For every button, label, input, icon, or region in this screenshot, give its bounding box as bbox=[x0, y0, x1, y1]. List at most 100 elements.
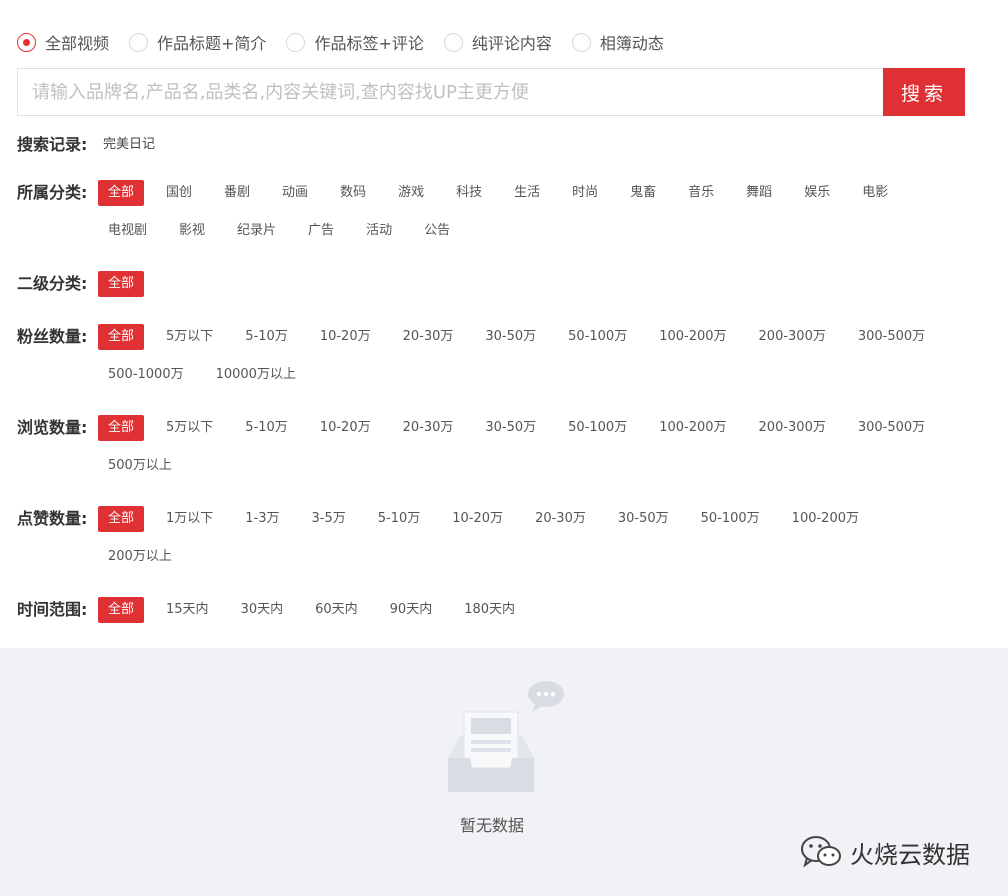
filter-chip-views[interactable]: 20-30万 bbox=[393, 415, 464, 441]
filter-chip-category[interactable]: 番剧 bbox=[214, 180, 260, 206]
filter-chip-category[interactable]: 电视剧 bbox=[98, 218, 157, 244]
filter-chip-category[interactable]: 广告 bbox=[298, 218, 344, 244]
scope-radio-label: 纯评论内容 bbox=[471, 34, 552, 53]
scope-radio-label: 全部视频 bbox=[45, 34, 110, 53]
radio-checked-icon[interactable] bbox=[17, 32, 36, 52]
filter-chip-category[interactable]: 舞蹈 bbox=[736, 180, 782, 206]
scope-radio-option[interactable]: 作品标题+简介 bbox=[129, 30, 266, 54]
scope-radio-label: 相簿动态 bbox=[599, 34, 664, 53]
scope-radio-option[interactable]: 全部视频 bbox=[17, 30, 109, 54]
filter-chip-category[interactable]: 纪录片 bbox=[227, 218, 286, 244]
filter-options-views: 全部 5万以下 5-10万 10-20万 20-30万 30-50万 50-100万 100-… bbox=[98, 415, 968, 479]
empty-inbox-icon bbox=[448, 681, 564, 792]
filter-chip-views[interactable]: 全部 bbox=[98, 415, 145, 441]
scope-radio-option[interactable]: 作品标签+评论 bbox=[286, 30, 424, 54]
filter-chip-category[interactable]: 国创 bbox=[156, 180, 202, 206]
filter-chip-fans[interactable]: 5-10万 bbox=[235, 324, 298, 350]
filter-chip-likes[interactable]: 全部 bbox=[98, 506, 145, 532]
filter-chip-category[interactable]: 音乐 bbox=[678, 180, 724, 206]
filter-label-views: 浏览数量: bbox=[17, 418, 88, 437]
filter-chip-fans[interactable]: 30-50万 bbox=[475, 324, 546, 350]
scope-radio-label: 作品标题+简介 bbox=[157, 34, 267, 53]
watermark-text: 火烧云数据 bbox=[850, 840, 970, 869]
search-bar: 搜索 bbox=[17, 68, 965, 116]
filter-options-time: 全部 15天内 30天内 60天内 90天内 180天内 bbox=[98, 597, 968, 623]
wechat-logo-icon bbox=[801, 836, 841, 868]
filter-chip-subcategory[interactable]: 全部 bbox=[98, 271, 145, 297]
filter-chip-category[interactable]: 全部 bbox=[98, 180, 145, 206]
filter-chip-time[interactable]: 60天内 bbox=[305, 597, 368, 623]
filter-chip-category[interactable]: 游戏 bbox=[388, 180, 434, 206]
filter-chip-views[interactable]: 500万以上 bbox=[98, 453, 182, 479]
filter-chip-likes[interactable]: 100-200万 bbox=[782, 506, 869, 532]
filter-chip-views[interactable]: 5-10万 bbox=[235, 415, 298, 441]
filter-chip-fans[interactable]: 500-1000万 bbox=[98, 362, 194, 388]
filter-chip-time[interactable]: 90天内 bbox=[380, 597, 443, 623]
filter-chip-time[interactable]: 全部 bbox=[98, 597, 145, 623]
filter-chip-likes[interactable]: 1万以下 bbox=[156, 506, 223, 532]
filter-chip-category[interactable]: 动画 bbox=[272, 180, 318, 206]
filter-chip-likes[interactable]: 20-30万 bbox=[525, 506, 596, 532]
filter-chip-fans[interactable]: 200-300万 bbox=[749, 324, 836, 350]
filter-chip-time[interactable]: 180天内 bbox=[454, 597, 525, 623]
filter-chip-fans[interactable]: 100-200万 bbox=[649, 324, 736, 350]
filter-chip-views[interactable]: 5万以下 bbox=[156, 415, 223, 441]
filter-chip-fans[interactable]: 5万以下 bbox=[156, 324, 223, 350]
search-button[interactable]: 搜索 bbox=[883, 68, 965, 116]
filter-options-subcategory: 全部 bbox=[98, 271, 968, 297]
filter-chip-likes[interactable]: 200万以上 bbox=[98, 544, 182, 570]
filter-chip-fans[interactable]: 10-20万 bbox=[310, 324, 381, 350]
filter-chip-category[interactable]: 公告 bbox=[414, 218, 460, 244]
filter-chip-views[interactable]: 50-100万 bbox=[558, 415, 637, 441]
filter-chip-category[interactable]: 鬼畜 bbox=[620, 180, 666, 206]
filter-chip-category[interactable]: 活动 bbox=[356, 218, 402, 244]
filter-chip-fans[interactable]: 50-100万 bbox=[558, 324, 637, 350]
filter-chip-category[interactable]: 电影 bbox=[852, 180, 898, 206]
filter-chip-likes[interactable]: 5-10万 bbox=[368, 506, 431, 532]
filter-chip-likes[interactable]: 10-20万 bbox=[442, 506, 513, 532]
filter-label-fans: 粉丝数量: bbox=[17, 327, 88, 346]
empty-results-area: 暂无数据 火烧云数据 bbox=[0, 648, 1008, 896]
search-scope-radio-group: 全部视频 作品标题+简介 作品标签+评论 纯评论内容 相簿动态 bbox=[17, 30, 684, 54]
filter-chip-time[interactable]: 30天内 bbox=[231, 597, 294, 623]
filter-label-time: 时间范围: bbox=[17, 600, 88, 619]
filter-chip-category[interactable]: 数码 bbox=[330, 180, 376, 206]
scope-radio-label: 作品标签+评论 bbox=[314, 34, 424, 53]
filter-chip-likes[interactable]: 3-5万 bbox=[302, 506, 356, 532]
search-history-row: 搜索记录: 完美日记 bbox=[17, 132, 977, 158]
filter-chip-category[interactable]: 科技 bbox=[446, 180, 492, 206]
filter-chip-likes[interactable]: 50-100万 bbox=[691, 506, 770, 532]
search-history-label: 搜索记录: bbox=[17, 135, 88, 154]
filter-chip-views[interactable]: 100-200万 bbox=[649, 415, 736, 441]
filter-chip-fans[interactable]: 20-30万 bbox=[393, 324, 464, 350]
scope-radio-option[interactable]: 纯评论内容 bbox=[443, 30, 552, 54]
search-history-item[interactable]: 完美日记 bbox=[103, 132, 155, 158]
search-input[interactable] bbox=[17, 68, 883, 116]
filter-chip-views[interactable]: 10-20万 bbox=[310, 415, 381, 441]
filter-label-subcategory: 二级分类: bbox=[17, 274, 88, 293]
radio-unchecked-icon[interactable] bbox=[571, 32, 591, 52]
filter-options-likes: 全部 1万以下 1-3万 3-5万 5-10万 10-20万 20-30万 30-50万 50-… bbox=[98, 506, 968, 570]
filter-options-fans: 全部 5万以下 5-10万 10-20万 20-30万 30-50万 50-100万 100-… bbox=[98, 324, 968, 388]
filter-chip-fans[interactable]: 10000万以上 bbox=[206, 362, 306, 388]
watermark: 火烧云数据 bbox=[800, 834, 970, 870]
filter-chip-time[interactable]: 15天内 bbox=[156, 597, 219, 623]
filter-chip-likes[interactable]: 30-50万 bbox=[608, 506, 679, 532]
filter-options-category: 全部 国创 番剧 动画 数码 游戏 科技 生活 时尚 鬼畜 音乐 舞蹈 娱乐 电影电视剧 影视 纪录片 广告 活动… bbox=[98, 180, 968, 244]
radio-unchecked-icon[interactable] bbox=[443, 32, 463, 52]
filter-chip-category[interactable]: 时尚 bbox=[562, 180, 608, 206]
filter-chip-category[interactable]: 影视 bbox=[169, 218, 215, 244]
scope-radio-option[interactable]: 相簿动态 bbox=[571, 30, 664, 54]
filter-chip-fans[interactable]: 300-500万 bbox=[848, 324, 935, 350]
filter-panel: 全部视频 作品标题+简介 作品标签+评论 纯评论内容 相簿动态 搜索 搜索记录: 完美日… bbox=[0, 0, 1008, 648]
radio-unchecked-icon[interactable] bbox=[129, 32, 149, 52]
filter-chip-views[interactable]: 30-50万 bbox=[475, 415, 546, 441]
radio-unchecked-icon[interactable] bbox=[286, 32, 306, 52]
filter-chip-likes[interactable]: 1-3万 bbox=[235, 506, 289, 532]
filter-chip-views[interactable]: 200-300万 bbox=[749, 415, 836, 441]
filter-chip-category[interactable]: 娱乐 bbox=[794, 180, 840, 206]
filter-label-category: 所属分类: bbox=[17, 183, 88, 202]
filter-chip-fans[interactable]: 全部 bbox=[98, 324, 145, 350]
filter-chip-category[interactable]: 生活 bbox=[504, 180, 550, 206]
filter-chip-views[interactable]: 300-500万 bbox=[848, 415, 935, 441]
